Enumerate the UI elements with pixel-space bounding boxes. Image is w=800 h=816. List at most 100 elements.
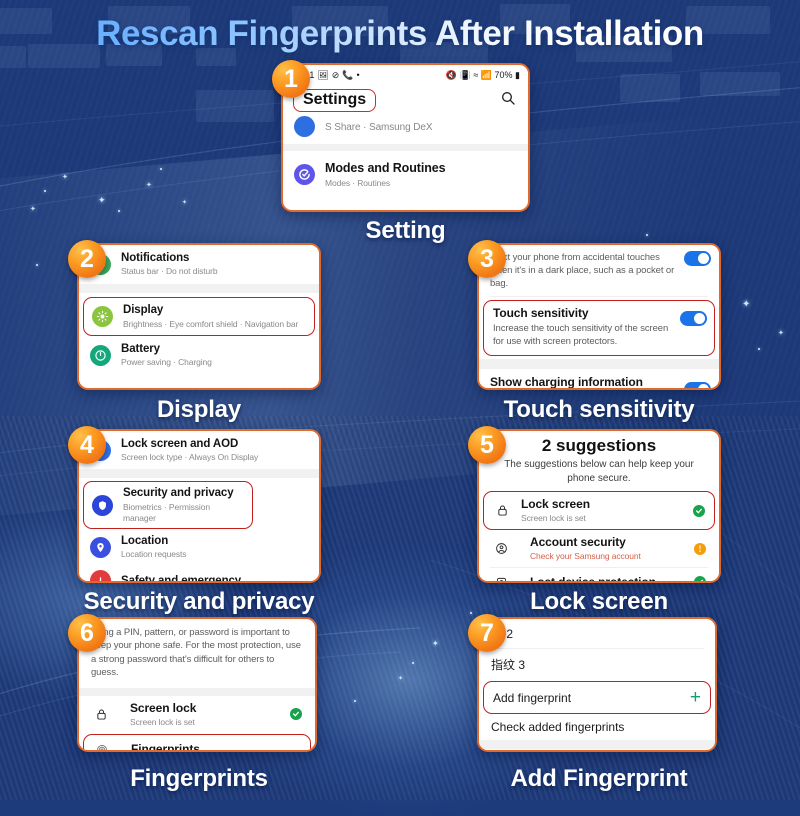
protect-phone-toggle[interactable] (684, 251, 711, 266)
row-title: Screen lock (130, 701, 280, 716)
battery-icon: ▮ (515, 70, 520, 81)
row-label: 纹 2 (491, 625, 703, 642)
row-location[interactable]: Location Location requests (79, 529, 319, 565)
vibrate-icon: 📳 (460, 70, 471, 81)
row-fingerprint-2[interactable]: 纹 2 (479, 619, 715, 648)
signal-icon: 📶 (481, 70, 492, 81)
row-subtitle: Check your Samsung account (530, 551, 684, 562)
row-show-charging-information[interactable]: Show charging information Show battery l… (479, 369, 719, 390)
settings-title: Settings (293, 89, 376, 112)
step-caption-6: Fingerprints (60, 765, 338, 793)
partial-row-label: S Share · Samsung DeX (325, 121, 517, 134)
lost-device-icon (492, 573, 510, 583)
status-bar-left: 11 🖼 ⊘ 📞 • (305, 70, 360, 81)
row-title: Lock screen (521, 497, 683, 512)
row-notifications[interactable]: Notifications Status bar · Do not distur… (79, 245, 319, 284)
status-ok-icon (693, 505, 705, 517)
step-badge-4: 4 (68, 426, 106, 464)
row-add-fingerprint[interactable]: Add fingerprint + (483, 681, 711, 714)
s-share-icon (294, 116, 315, 137)
step-badge-5: 5 (468, 426, 506, 464)
row-title: Safety and emergency (121, 574, 308, 583)
row-subtitle: Screen lock is set (521, 513, 683, 524)
status-warning-icon: ! (694, 543, 706, 555)
account-icon (492, 540, 510, 558)
padlock-icon (92, 705, 110, 723)
step-caption-2: Display (77, 396, 321, 424)
call-icon: 📞 (342, 70, 353, 81)
row-subtitle: Power saving · Charging (121, 357, 308, 368)
step-panel-5: 2 suggestions The suggestions below can … (477, 429, 721, 583)
fingerprints-intro: etting a PIN, pattern, or password is im… (79, 619, 315, 688)
group-divider (79, 688, 315, 696)
row-subtitle: Screen lock is set (130, 717, 280, 728)
group-divider (79, 284, 319, 293)
row-lost-device-protection[interactable]: Lost device protection (479, 568, 719, 583)
step-caption-3: Touch sensitivity (460, 396, 738, 424)
row-security-and-privacy[interactable]: Security and privacy Biometrics · Permis… (83, 481, 253, 528)
step-badge-3: 3 (468, 240, 506, 278)
row-check-added-fingerprints[interactable]: Check added fingerprints (479, 714, 715, 740)
shield-icon (92, 495, 113, 516)
status-bar-right: 🔇 📳 ≈ 📶 70% ▮ (446, 70, 520, 81)
wifi-icon: ≈ (473, 70, 478, 80)
step-caption-4: Security and privacy (60, 588, 338, 616)
partial-row-s-share[interactable]: S Share · Samsung DeX (283, 109, 528, 144)
row-label: Add fingerprint (493, 691, 690, 705)
mute-icon: ⊘ (332, 70, 340, 81)
row-title: Account security (530, 535, 684, 550)
row-title: Show charging information (490, 375, 676, 389)
row-subtitle: Location requests (121, 549, 308, 560)
gallery-icon: 🖼 (317, 70, 328, 81)
row-subtitle: Modes · Routines (325, 178, 517, 189)
group-divider (283, 144, 528, 151)
step-panel-6: etting a PIN, pattern, or password is im… (77, 617, 317, 752)
plus-icon[interactable]: + (690, 688, 701, 707)
more-dot-icon: • (357, 70, 360, 80)
row-battery[interactable]: Battery Power saving · Charging (79, 336, 319, 374)
row-label: 指纹 3 (491, 656, 703, 673)
row-account-security[interactable]: Account security Check your Samsung acco… (479, 530, 719, 567)
row-fingerprints[interactable]: Fingerprints (83, 734, 311, 752)
row-subtitle: Screen lock type · Always On Display (121, 452, 308, 463)
step-panel-7: 纹 2 指纹 3 Add fingerprint + Check added f… (477, 617, 717, 752)
row-lock-screen-and-aod[interactable]: Lock screen and AOD Screen lock type · A… (79, 431, 319, 469)
display-icon (92, 306, 113, 327)
group-divider (479, 740, 715, 749)
row-fingerprint-unlock[interactable]: Fingerprint unlock (479, 749, 715, 752)
battery-icon (90, 345, 111, 366)
step-badge-2: 2 (68, 240, 106, 278)
safety-emergency-icon (90, 570, 111, 583)
suggestions-subheading: The suggestions below can help keep your… (479, 458, 719, 491)
row-fingerprint-3[interactable]: 指纹 3 (479, 649, 715, 680)
mute-bell-icon: 🔇 (446, 70, 457, 81)
row-safety-and-emergency[interactable]: Safety and emergency (79, 565, 319, 583)
row-description: Increase the touch sensitivity of the sc… (493, 322, 672, 348)
row-title: Notifications (121, 251, 308, 265)
row-lock-screen[interactable]: Lock screen Screen lock is set (483, 491, 715, 530)
suggestions-heading: 2 suggestions (479, 431, 719, 458)
touch-sensitivity-toggle[interactable] (680, 311, 707, 326)
fingerprint-icon (93, 741, 111, 752)
row-title: Touch sensitivity (493, 306, 672, 320)
row-label: Check added fingerprints (491, 720, 703, 734)
group-divider (79, 469, 319, 478)
row-subtitle: Brightness · Eye comfort shield · Naviga… (123, 319, 306, 330)
row-modes-and-routines[interactable]: Modes and Routines Modes · Routines (283, 151, 528, 199)
row-protect-phone[interactable]: otect your phone from accidental touches… (479, 245, 719, 296)
search-icon[interactable] (500, 90, 516, 111)
row-title: Lock screen and AOD (121, 437, 308, 451)
row-display[interactable]: Display Brightness · Eye comfort shield … (83, 297, 315, 335)
row-description: otect your phone from accidental touches… (490, 251, 676, 290)
row-title: Lost device protection (530, 575, 684, 583)
row-title: Location (121, 534, 308, 548)
step-badge-7: 7 (468, 614, 506, 652)
modes-routines-icon (294, 164, 315, 185)
row-touch-sensitivity[interactable]: Touch sensitivity Increase the touch sen… (483, 300, 715, 355)
show-charging-information-toggle[interactable] (684, 382, 711, 390)
row-title: Display (123, 303, 306, 317)
row-title: Fingerprints (131, 742, 301, 752)
page-title: Rescan Fingerprints After Installation (0, 14, 800, 54)
battery-percent: 70% (495, 70, 513, 80)
row-screen-lock[interactable]: Screen lock Screen lock is set (79, 696, 315, 733)
